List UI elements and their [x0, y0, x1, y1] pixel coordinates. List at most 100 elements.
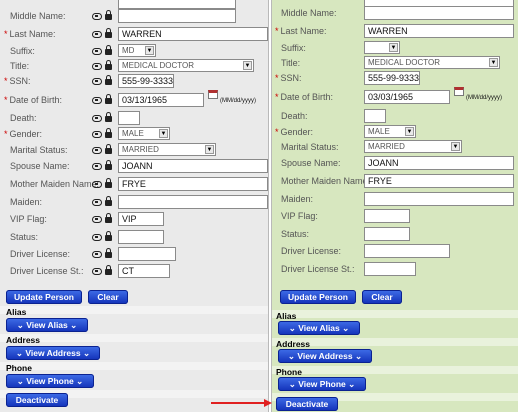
middle-name-label: Middle Name:: [281, 8, 337, 18]
view-alias-button[interactable]: ⌄ View Alias ⌄: [278, 321, 360, 335]
gender-select[interactable]: MALE ▼: [118, 127, 170, 140]
view-address-button[interactable]: ⌄ View Address ⌄: [278, 349, 372, 363]
vip-input[interactable]: [364, 209, 410, 223]
update-person-button[interactable]: Update Person: [280, 290, 356, 304]
suffix-select[interactable]: ▼: [364, 41, 400, 54]
driver-license-st-input[interactable]: CT: [118, 264, 170, 278]
arrow-right-icon: [211, 402, 266, 404]
suffix-label: Suffix:: [281, 43, 306, 53]
calendar-icon[interactable]: [454, 87, 464, 96]
middle-name-row: Middle Name:: [0, 8, 268, 26]
title-label: Title:: [281, 58, 301, 68]
required-marker: *: [4, 129, 8, 139]
clear-button[interactable]: Clear: [88, 290, 128, 304]
driver-license-row: Driver License:: [0, 246, 268, 264]
marital-select-value: MARRIED: [122, 145, 159, 154]
driver-license-input[interactable]: [364, 244, 450, 258]
chevron-down-icon: ⌄: [76, 376, 84, 386]
title-select[interactable]: MEDICAL DOCTOR ▼: [364, 56, 500, 69]
driver-license-input[interactable]: [118, 247, 176, 261]
spouse-input[interactable]: JOANN: [364, 156, 514, 170]
ssn-label-text: SSN:: [280, 73, 302, 83]
last-name-row: * Last Name: WARREN: [0, 26, 268, 44]
deactivate-button[interactable]: Deactivate: [6, 393, 68, 407]
required-marker: *: [4, 95, 8, 105]
ssn-input[interactable]: 555-99-3333: [118, 74, 174, 88]
chevron-down-icon: ⌄: [16, 320, 27, 330]
chevron-down-icon: ▼: [405, 127, 414, 136]
clear-button[interactable]: Clear: [362, 290, 402, 304]
gender-select[interactable]: MALE ▼: [364, 125, 416, 138]
ssn-label: * SSN:: [275, 73, 302, 83]
maiden-input[interactable]: [364, 192, 514, 206]
mother-maiden-input[interactable]: FRYE: [364, 174, 514, 188]
address-section-title: Address: [6, 335, 41, 345]
last-name-input[interactable]: WARREN: [364, 24, 514, 38]
chevron-down-icon: ⌄: [287, 351, 298, 361]
chevron-down-icon: ⌄: [355, 351, 363, 361]
maiden-label: Maiden:: [10, 197, 43, 207]
ssn-row: * SSN: 555-99-3333: [0, 73, 268, 91]
last-name-input[interactable]: WARREN: [118, 27, 268, 41]
maiden-input[interactable]: [118, 195, 268, 209]
status-label: Status:: [281, 229, 310, 239]
maiden-label: Maiden:: [281, 194, 314, 204]
dob-input[interactable]: 03/03/1965: [364, 90, 450, 104]
address-section-title: Address: [276, 339, 311, 349]
mother-maiden-label: Mother Maiden Name:: [10, 179, 100, 189]
update-person-button[interactable]: Update Person: [6, 290, 82, 304]
chevron-down-icon: ⌄: [70, 320, 78, 330]
chevron-down-icon: ⌄: [288, 323, 299, 333]
calendar-icon[interactable]: [208, 90, 218, 99]
last-name-label-text: Last Name:: [9, 29, 56, 39]
mother-maiden-input[interactable]: FRYE: [118, 177, 268, 191]
deactivate-button[interactable]: Deactivate: [276, 397, 338, 411]
chevron-down-icon: ▼: [451, 142, 460, 151]
spouse-input[interactable]: JOANN: [118, 159, 268, 173]
spouse-row: Spouse Name: JOANN: [272, 155, 518, 173]
ssn-input[interactable]: 555-99-9333: [364, 71, 420, 85]
gender-label-text: Gender:: [280, 127, 314, 137]
spouse-label: Spouse Name:: [10, 161, 70, 171]
death-input[interactable]: [364, 109, 386, 123]
marital-select[interactable]: MARRIED ▼: [118, 143, 216, 156]
phone-section-title: Phone: [276, 367, 302, 377]
arrow-head-icon: [264, 399, 272, 407]
marital-label: Marital Status:: [281, 142, 339, 152]
view-alias-button[interactable]: ⌄ View Alias ⌄: [6, 318, 88, 332]
death-label: Death:: [281, 111, 308, 121]
view-phone-button[interactable]: ⌄ View Phone ⌄: [278, 377, 366, 391]
marital-select[interactable]: MARRIED ▼: [364, 140, 462, 153]
vip-label: VIP Flag:: [10, 214, 47, 224]
chevron-down-icon: ⌄: [342, 323, 350, 333]
title-select[interactable]: MEDICAL DOCTOR ▼: [118, 59, 254, 72]
driver-license-st-label: Driver License St.:: [281, 264, 355, 274]
status-input[interactable]: [118, 230, 164, 244]
mother-maiden-row: Mother Maiden Name: FRYE: [0, 176, 268, 194]
vip-input[interactable]: VIP: [118, 212, 164, 226]
driver-license-st-input[interactable]: [364, 262, 416, 276]
ssn-label-text: SSN:: [9, 76, 31, 86]
last-name-label: * Last Name:: [275, 26, 327, 36]
status-row: Status:: [0, 229, 268, 247]
view-address-button[interactable]: ⌄ View Address ⌄: [6, 346, 100, 360]
death-input[interactable]: [118, 111, 140, 125]
status-input[interactable]: [364, 227, 410, 241]
dob-input[interactable]: 03/13/1965: [118, 93, 204, 107]
spouse-row: Spouse Name: JOANN: [0, 158, 268, 176]
middle-name-input[interactable]: [118, 9, 236, 23]
dob-label-text: Date of Birth:: [280, 92, 334, 102]
death-label: Death:: [10, 113, 37, 123]
driver-license-label: Driver License:: [281, 246, 342, 256]
required-marker: *: [275, 73, 279, 83]
suffix-select-value: MD: [122, 46, 135, 55]
section-divider: [272, 366, 518, 374]
driver-license-row: Driver License:: [272, 243, 518, 261]
chevron-down-icon: ▼: [489, 58, 498, 67]
middle-name-input[interactable]: [364, 6, 514, 20]
driver-license-st-row: Driver License St.: CT: [0, 263, 268, 281]
dob-row: * Date of Birth: 03/03/1965 (MM/dd/yyyy): [272, 87, 518, 107]
suffix-select[interactable]: MD ▼: [118, 44, 156, 57]
view-phone-button[interactable]: ⌄ View Phone ⌄: [6, 374, 94, 388]
vip-row: VIP Flag: VIP: [0, 211, 268, 229]
